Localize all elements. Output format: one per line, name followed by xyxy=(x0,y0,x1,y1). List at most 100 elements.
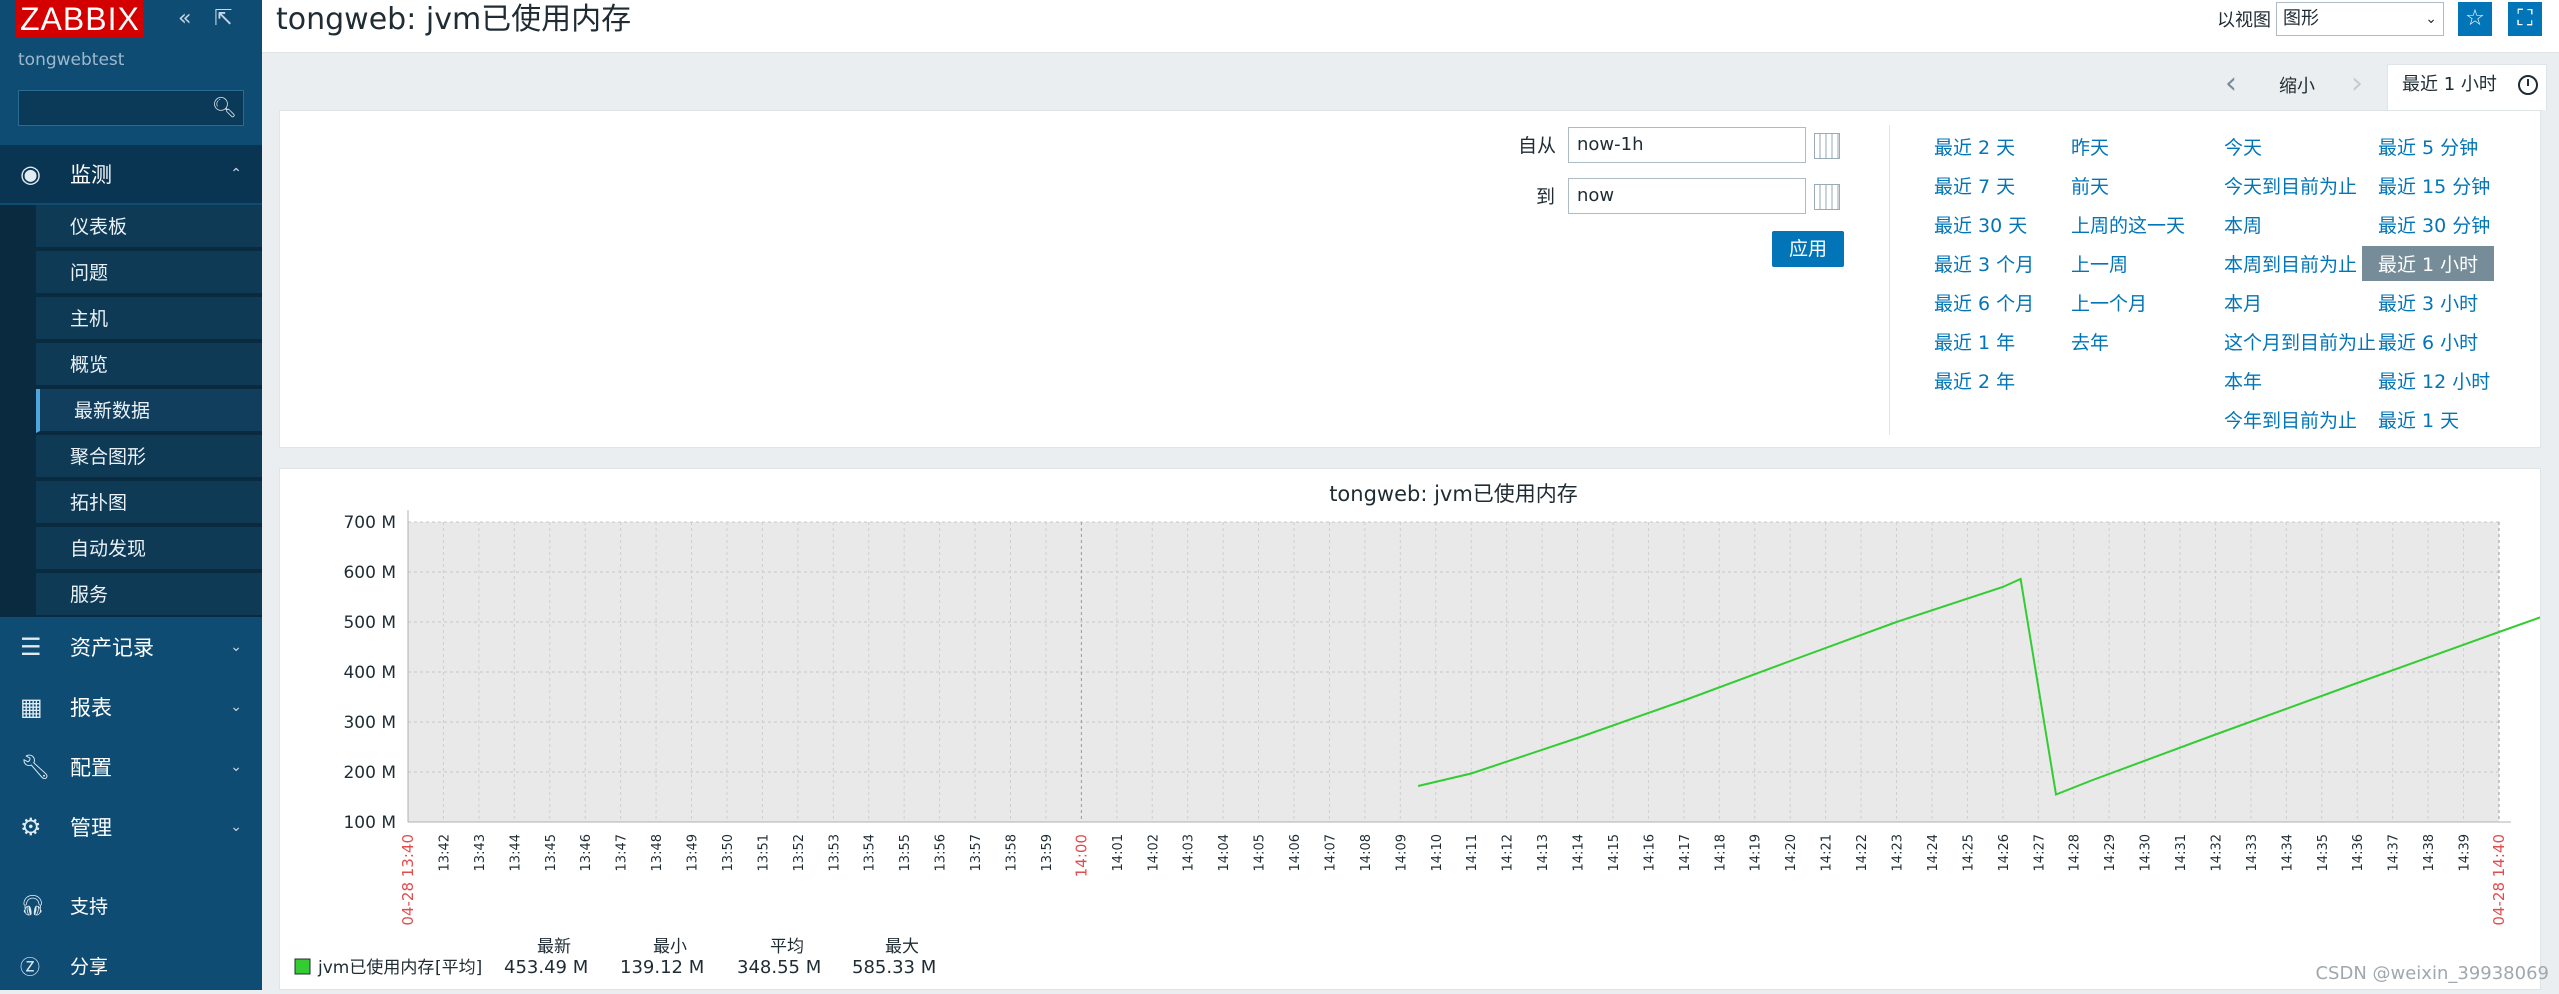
y-tick-label: 500 M xyxy=(343,613,396,633)
submenu-item-problems[interactable]: 问题 xyxy=(36,251,262,295)
x-tick-label: 14:33 xyxy=(2245,834,2260,871)
x-tick-label: 14:11 xyxy=(1465,834,1480,871)
y-tick-label: 200 M xyxy=(343,763,396,783)
quick-range-link[interactable]: 去年 xyxy=(2071,328,2109,355)
quick-range-link[interactable]: 今年到目前为止 xyxy=(2224,406,2357,433)
menu-configuration[interactable]: 🔧︎ 配置 ⌄ xyxy=(0,738,262,796)
fullscreen-icon: ⛶ xyxy=(2517,6,2533,31)
submenu-item-dashboard[interactable]: 仪表板 xyxy=(36,205,262,249)
collapse-sidebar-icon[interactable]: « xyxy=(178,6,191,31)
search-icon[interactable]: 🔍︎ xyxy=(212,95,237,119)
x-tick-label: 14:14 xyxy=(1572,834,1587,871)
x-tick-label: 13:57 xyxy=(969,834,984,871)
x-tick-label: 14:13 xyxy=(1536,834,1551,871)
legend-header: 平均 xyxy=(770,937,804,957)
add-to-favorites-button[interactable]: ☆ xyxy=(2458,2,2492,36)
submenu-item-services[interactable]: 服务 xyxy=(36,573,262,617)
quick-range-link[interactable]: 最近 30 天 xyxy=(1934,211,2027,238)
x-tick-label: 14:37 xyxy=(2387,834,2402,871)
x-tick-label: 14:20 xyxy=(1784,834,1799,871)
quick-range-link[interactable]: 最近 6 小时 xyxy=(2378,328,2478,355)
x-tick-label: 04-28 14:40 xyxy=(2490,834,2508,926)
quick-range-link[interactable]: 本周到目前为止 xyxy=(2224,250,2357,277)
x-tick-label: 14:21 xyxy=(1820,834,1835,871)
x-tick-label: 14:39 xyxy=(2458,834,2473,871)
quick-range-link[interactable]: 前天 xyxy=(2071,172,2109,199)
submenu-item-overview[interactable]: 概览 xyxy=(36,343,262,387)
kiosk-mode-icon[interactable]: ⇱ xyxy=(214,6,232,31)
apply-button[interactable]: 应用 xyxy=(1772,231,1844,267)
wrench-icon: 🔧︎ xyxy=(20,753,51,781)
eye-icon: ◉ xyxy=(20,160,41,188)
x-tick-label: 14:36 xyxy=(2351,834,2366,871)
next-period-icon[interactable]: › xyxy=(2351,66,2363,101)
legend-value: 453.49 M xyxy=(504,957,588,978)
x-tick-label: 14:17 xyxy=(1678,834,1693,871)
quick-range-link[interactable]: 最近 30 分钟 xyxy=(2378,211,2490,238)
x-tick-label: 14:34 xyxy=(2280,834,2295,871)
menu-monitoring[interactable]: ◉ 监测 ⌃ xyxy=(0,145,262,203)
quick-range-link[interactable]: 今天 xyxy=(2224,133,2262,160)
quick-range-link[interactable]: 最近 1 小时 xyxy=(2362,246,2495,281)
quick-range-link[interactable]: 上一个月 xyxy=(2071,289,2147,316)
x-tick-label: 14:04 xyxy=(1217,834,1232,871)
menu-share[interactable]: Ⓩ 分享 xyxy=(0,936,262,994)
y-tick-label: 400 M xyxy=(343,663,396,683)
quick-range-link[interactable]: 最近 7 天 xyxy=(1934,172,2015,199)
menu-support[interactable]: 🎧︎ 支持 xyxy=(0,876,262,934)
menu-reports[interactable]: ▦ 报表 ⌄ xyxy=(0,678,262,736)
menu-administration[interactable]: ⚙ 管理 ⌄ xyxy=(0,798,262,856)
submenu-item-screens[interactable]: 聚合图形 xyxy=(36,435,262,479)
previous-period-icon[interactable]: ‹ xyxy=(2225,66,2237,101)
quick-range-link[interactable]: 上一周 xyxy=(2071,250,2128,277)
submenu-item-discovery[interactable]: 自动发现 xyxy=(36,527,262,571)
sidebar: ZABBIX « ⇱ tongwebtest 🔍︎ ◉ 监测 ⌃ 仪表板 问题 … xyxy=(0,0,262,990)
x-tick-label: 14:31 xyxy=(2174,834,2189,871)
search-input[interactable]: 🔍︎ xyxy=(18,90,244,126)
legend-unit: [平均] xyxy=(435,958,482,978)
to-input[interactable]: now xyxy=(1568,178,1806,214)
quick-range-link[interactable]: 上周的这一天 xyxy=(2071,211,2185,238)
quick-range-link[interactable]: 最近 1 天 xyxy=(2378,406,2459,433)
quick-range-link[interactable]: 最近 3 小时 xyxy=(2378,289,2478,316)
zabbix-logo[interactable]: ZABBIX xyxy=(16,0,144,38)
x-tick-label: 13:45 xyxy=(544,834,559,871)
quick-range-link[interactable]: 本周 xyxy=(2224,211,2262,238)
quick-range-link[interactable]: 今天到目前为止 xyxy=(2224,172,2357,199)
monitoring-submenu: 仪表板 问题 主机 概览 最新数据 聚合图形 拓扑图 自动发现 服务 xyxy=(0,205,262,617)
submenu-item-latest-data[interactable]: 最新数据 xyxy=(36,389,262,433)
legend-series-name: jvm已使用内存 xyxy=(317,957,434,978)
y-tick-label: 700 M xyxy=(343,513,396,533)
fullscreen-button[interactable]: ⛶ xyxy=(2508,2,2542,36)
time-period-tab[interactable]: 最近 1 小时 xyxy=(2387,64,2547,110)
quick-range-link[interactable]: 最近 12 小时 xyxy=(2378,367,2490,394)
zoom-out-button[interactable]: 缩小 xyxy=(2279,72,2315,98)
chevron-down-icon: ⌄ xyxy=(2425,11,2437,27)
calendar-icon[interactable] xyxy=(1814,133,1840,159)
chevron-down-icon: ⌄ xyxy=(230,699,242,715)
from-input[interactable]: now-1h xyxy=(1568,127,1806,163)
quick-range-link[interactable]: 昨天 xyxy=(2071,133,2109,160)
quick-range-link[interactable]: 最近 2 年 xyxy=(1934,367,2015,394)
submenu-item-hosts[interactable]: 主机 xyxy=(36,297,262,341)
x-tick-label: 14:25 xyxy=(1961,834,1976,871)
quick-range-link[interactable]: 最近 1 年 xyxy=(1934,328,2015,355)
quick-range-link[interactable]: 最近 6 个月 xyxy=(1934,289,2034,316)
legend-value: 348.55 M xyxy=(737,957,821,978)
x-tick-label: 04-28 13:40 xyxy=(399,834,417,926)
quick-range-link[interactable]: 最近 15 分钟 xyxy=(2378,172,2490,199)
x-tick-label: 14:23 xyxy=(1891,834,1906,871)
quick-range-link[interactable]: 这个月到目前为止 xyxy=(2224,328,2376,355)
quick-range-link[interactable]: 最近 5 分钟 xyxy=(2378,133,2478,160)
quick-range-link[interactable]: 本年 xyxy=(2224,367,2262,394)
quick-range-link[interactable]: 最近 2 天 xyxy=(1934,133,2015,160)
x-tick-label: 13:44 xyxy=(508,834,523,871)
quick-range-link[interactable]: 本月 xyxy=(2224,289,2262,316)
legend-value: 585.33 M xyxy=(852,957,936,978)
calendar-icon[interactable] xyxy=(1814,184,1840,210)
submenu-item-maps[interactable]: 拓扑图 xyxy=(36,481,262,525)
menu-inventory[interactable]: ☰ 资产记录 ⌄ xyxy=(0,618,262,676)
quick-range-link[interactable]: 最近 3 个月 xyxy=(1934,250,2034,277)
view-as-select[interactable]: 图形 ⌄ xyxy=(2276,2,2444,36)
menu-label: 监测 xyxy=(70,163,112,187)
